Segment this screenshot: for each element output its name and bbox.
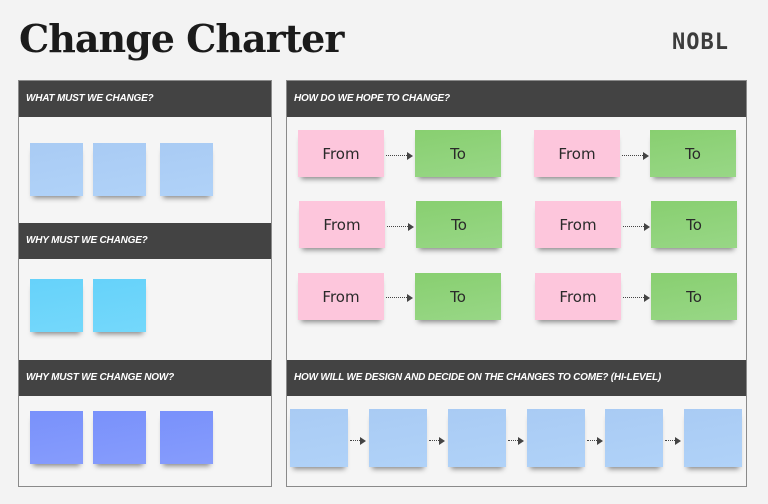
arrow-icon [587, 437, 603, 445]
arrow-icon [429, 437, 445, 445]
to-note[interactable]: To [651, 201, 737, 248]
arrow-icon [508, 437, 524, 445]
sticky-note[interactable] [369, 409, 427, 467]
to-label: To [450, 144, 466, 163]
from-label: From [322, 144, 360, 163]
arrow-icon [387, 223, 414, 231]
sticky-note[interactable] [93, 279, 146, 332]
to-label: To [685, 144, 701, 163]
to-label: To [451, 215, 467, 234]
nobl-logo: NOBL [672, 30, 729, 55]
sticky-note[interactable] [160, 411, 213, 464]
to-note[interactable]: To [651, 273, 737, 320]
sticky-note[interactable] [527, 409, 585, 467]
arrow-icon [623, 223, 650, 231]
section-header-why-must-we-change: Why must we change? [19, 223, 271, 259]
to-note[interactable]: To [416, 201, 502, 248]
to-label: To [686, 287, 702, 306]
from-label: From [322, 287, 360, 306]
from-note[interactable]: From [299, 201, 385, 248]
from-label: From [323, 215, 361, 234]
sticky-note[interactable] [160, 143, 213, 196]
sticky-note[interactable] [30, 143, 83, 196]
arrow-icon [665, 437, 681, 445]
from-note[interactable]: From [298, 130, 384, 177]
sticky-note[interactable] [290, 409, 348, 467]
to-note[interactable]: To [415, 273, 501, 320]
sticky-note[interactable] [605, 409, 663, 467]
sticky-note[interactable] [93, 143, 146, 196]
sticky-note[interactable] [30, 411, 83, 464]
from-label: From [558, 144, 596, 163]
left-column-panel: What must we change? Why must we change?… [18, 80, 272, 487]
arrow-icon [350, 437, 366, 445]
from-note[interactable]: From [535, 201, 621, 248]
sticky-note[interactable] [30, 279, 83, 332]
to-note[interactable]: To [650, 130, 736, 177]
section-header-how-do-we-hope-to-change: How do we hope to change? [287, 81, 746, 117]
from-note[interactable]: From [534, 130, 620, 177]
arrow-icon [386, 294, 413, 302]
arrow-icon [386, 152, 413, 160]
from-label: From [559, 287, 597, 306]
to-label: To [686, 215, 702, 234]
section-header-why-must-we-change-now: Why must we change now? [19, 360, 271, 396]
to-label: To [450, 287, 466, 306]
arrow-icon [622, 152, 649, 160]
sticky-note[interactable] [448, 409, 506, 467]
section-header-what-must-we-change: What must we change? [19, 81, 271, 117]
arrow-icon [623, 294, 650, 302]
section-header-how-will-we-design: How will we design and decide on the cha… [287, 360, 746, 396]
sticky-note[interactable] [684, 409, 742, 467]
to-note[interactable]: To [415, 130, 501, 177]
from-note[interactable]: From [535, 273, 621, 320]
from-label: From [559, 215, 597, 234]
from-note[interactable]: From [298, 273, 384, 320]
how-hope-panel: How do we hope to change? From To From T… [286, 80, 747, 487]
page-title: Change Charter [19, 16, 344, 61]
sticky-note[interactable] [93, 411, 146, 464]
